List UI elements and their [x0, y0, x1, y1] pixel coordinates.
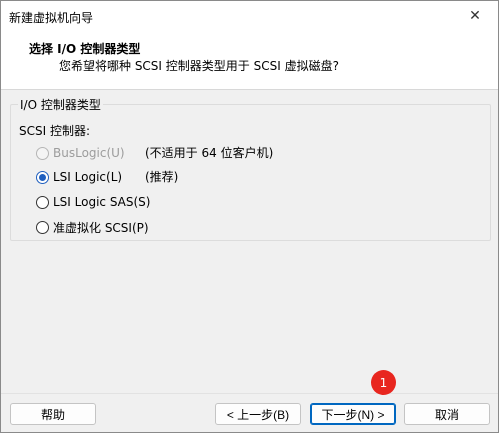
footer-divider: [1, 393, 498, 394]
radio-button-lsi-logic[interactable]: [36, 170, 49, 184]
wizard-window: 新建虚拟机向导 ✕ 选择 I/O 控制器类型 您希望将哪种 SCSI 控制器类型…: [0, 0, 499, 433]
radio-option-pvscsi[interactable]: 准虚拟化 SCSI(P): [36, 219, 149, 235]
radio-option-lsi-logic[interactable]: LSI Logic(L): [36, 169, 122, 185]
back-button[interactable]: < 上一步(B): [215, 403, 301, 425]
next-button[interactable]: 下一步(N) >: [310, 403, 396, 425]
group-legend: I/O 控制器类型: [18, 96, 103, 113]
radio-button-pvscsi[interactable]: [36, 220, 49, 234]
radio-label-pvscsi[interactable]: 准虚拟化 SCSI(P): [53, 219, 149, 236]
radio-option-buslogic: BusLogic(U): [36, 145, 125, 161]
radio-button-lsi-logic-sas[interactable]: [36, 195, 49, 209]
buslogic-note: (不适用于 64 位客户机): [145, 146, 274, 160]
radio-button-buslogic: [36, 146, 49, 160]
lsi-logic-note: (推荐): [145, 170, 179, 184]
scsi-controller-label: SCSI 控制器:: [19, 124, 91, 138]
window-title: 新建虚拟机向导: [9, 11, 94, 25]
wizard-header: 选择 I/O 控制器类型 您希望将哪种 SCSI 控制器类型用于 SCSI 虚拟…: [1, 31, 498, 90]
title-bar: 新建虚拟机向导 ✕: [1, 1, 498, 31]
step-annotation-badge: 1: [371, 370, 396, 395]
radio-label-lsi-logic[interactable]: LSI Logic(L): [53, 170, 122, 184]
radio-label-lsi-logic-sas[interactable]: LSI Logic SAS(S): [53, 195, 150, 209]
help-button[interactable]: 帮助: [10, 403, 96, 425]
radio-label-buslogic: BusLogic(U): [53, 146, 125, 160]
page-title: 选择 I/O 控制器类型: [29, 42, 141, 56]
page-subtitle: 您希望将哪种 SCSI 控制器类型用于 SCSI 虚拟磁盘?: [59, 59, 339, 73]
close-icon[interactable]: ✕: [452, 1, 498, 31]
cancel-button[interactable]: 取消: [404, 403, 490, 425]
radio-option-lsi-logic-sas[interactable]: LSI Logic SAS(S): [36, 194, 150, 210]
